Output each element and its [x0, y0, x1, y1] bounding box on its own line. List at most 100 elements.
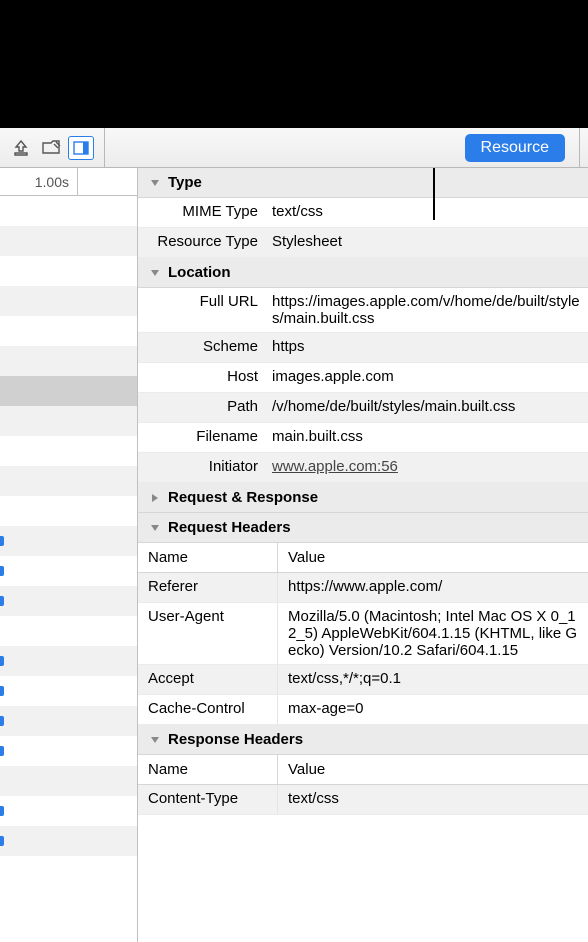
timeline-row[interactable]	[0, 466, 137, 496]
table-row: Accept text/css,*/*;q=0.1	[138, 665, 588, 695]
timeline-row[interactable]	[0, 406, 137, 436]
kv-row: Initiator www.apple.com:56	[138, 453, 588, 483]
disclosure-down-icon	[148, 266, 162, 280]
section-title: Type	[168, 174, 202, 191]
toolbar-divider	[104, 128, 105, 167]
timeline-row[interactable]	[0, 376, 137, 406]
kv-row: Resource Type Stylesheet	[138, 228, 588, 258]
timeline-bar	[0, 566, 4, 576]
header-value: https://www.apple.com/	[278, 573, 588, 602]
header-name: Content-Type	[138, 785, 278, 814]
timeline-row[interactable]	[0, 766, 137, 796]
initiator-link[interactable]: www.apple.com:56	[272, 458, 398, 475]
header-name: User-Agent	[138, 603, 278, 664]
timeline-row[interactable]	[0, 496, 137, 526]
disclosure-down-icon	[148, 521, 162, 535]
cursor-indicator	[433, 168, 435, 220]
kv-key-mime-type: MIME Type	[138, 203, 268, 220]
timeline-bar	[0, 686, 4, 696]
toolbar-divider-right	[579, 128, 580, 167]
kv-val-path: /v/home/de/built/styles/main.built.css	[268, 398, 588, 415]
timeline-bar	[0, 656, 4, 666]
header-value: Mozilla/5.0 (Macintosh; Intel Mac OS X 0…	[278, 603, 588, 664]
kv-val-filename: main.built.css	[268, 428, 588, 445]
section-title: Response Headers	[168, 731, 303, 748]
timeline-bar	[0, 806, 4, 816]
kv-row: Full URL https://images.apple.com/v/home…	[138, 288, 588, 333]
col-header-value[interactable]: Value	[278, 761, 588, 778]
timeline-row[interactable]	[0, 346, 137, 376]
timeline-row[interactable]	[0, 646, 137, 676]
timeline-row[interactable]	[0, 706, 137, 736]
table-row: Referer https://www.apple.com/	[138, 573, 588, 603]
section-request-headers[interactable]: Request Headers	[138, 513, 588, 543]
timeline-bar	[0, 836, 4, 846]
timeline-row[interactable]	[0, 226, 137, 256]
resource-tab[interactable]: Resource	[465, 134, 565, 162]
timeline-row[interactable]	[0, 196, 137, 226]
timeline-bar	[0, 596, 4, 606]
panel-toggle-icon[interactable]	[68, 136, 94, 160]
timeline-row[interactable]	[0, 736, 137, 766]
top-black-bar	[0, 0, 588, 128]
disclosure-right-icon	[148, 491, 162, 505]
section-location[interactable]: Location	[138, 258, 588, 288]
header-value: text/css,*/*;q=0.1	[278, 665, 588, 694]
col-header-value[interactable]: Value	[278, 549, 588, 566]
timeline-row[interactable]	[0, 286, 137, 316]
toolbar: Resource	[0, 128, 588, 168]
kv-val-mime-type: text/css	[268, 203, 588, 220]
timeline-header: 1.00s	[0, 168, 137, 196]
timeline-row[interactable]	[0, 856, 137, 886]
timeline-row[interactable]	[0, 526, 137, 556]
table-row: User-Agent Mozilla/5.0 (Macintosh; Intel…	[138, 603, 588, 665]
table-header: Name Value	[138, 543, 588, 573]
compose-icon[interactable]	[38, 136, 64, 160]
kv-val-host: images.apple.com	[268, 368, 588, 385]
section-title: Request & Response	[168, 489, 318, 506]
col-header-name[interactable]: Name	[138, 755, 278, 784]
export-icon[interactable]	[8, 136, 34, 160]
timeline-bar	[0, 716, 4, 726]
timeline-panel: 1.00s	[0, 168, 138, 942]
table-row: Cache-Control max-age=0	[138, 695, 588, 725]
section-request-response[interactable]: Request & Response	[138, 483, 588, 513]
section-type[interactable]: Type	[138, 168, 588, 198]
kv-key-full-url: Full URL	[138, 293, 268, 310]
section-response-headers[interactable]: Response Headers	[138, 725, 588, 755]
header-name: Accept	[138, 665, 278, 694]
kv-row: Path /v/home/de/built/styles/main.built.…	[138, 393, 588, 423]
kv-val-scheme: https	[268, 338, 588, 355]
kv-key-filename: Filename	[138, 428, 268, 445]
timeline-row[interactable]	[0, 826, 137, 856]
kv-row: Filename main.built.css	[138, 423, 588, 453]
kv-row: Host images.apple.com	[138, 363, 588, 393]
header-value: text/css	[278, 785, 588, 814]
kv-row: MIME Type text/css	[138, 198, 588, 228]
header-name: Referer	[138, 573, 278, 602]
timeline-row[interactable]	[0, 586, 137, 616]
timeline-row[interactable]	[0, 556, 137, 586]
timeline-row[interactable]	[0, 616, 137, 646]
kv-key-path: Path	[138, 398, 268, 415]
section-title: Request Headers	[168, 519, 291, 536]
table-header: Name Value	[138, 755, 588, 785]
time-label: 1.00s	[0, 168, 78, 195]
kv-key-host: Host	[138, 368, 268, 385]
timeline-row[interactable]	[0, 316, 137, 346]
disclosure-down-icon	[148, 176, 162, 190]
kv-val-resource-type: Stylesheet	[268, 233, 588, 250]
kv-key-resource-type: Resource Type	[138, 233, 268, 250]
col-header-name[interactable]: Name	[138, 543, 278, 572]
timeline-row[interactable]	[0, 796, 137, 826]
timeline-row[interactable]	[0, 676, 137, 706]
timeline-body[interactable]	[0, 196, 137, 942]
timeline-row[interactable]	[0, 256, 137, 286]
kv-val-full-url: https://images.apple.com/v/home/de/built…	[268, 293, 588, 327]
timeline-row[interactable]	[0, 436, 137, 466]
timeline-bar	[0, 746, 4, 756]
kv-val-initiator: www.apple.com:56	[268, 458, 588, 475]
disclosure-down-icon	[148, 733, 162, 747]
section-title: Location	[168, 264, 231, 281]
details-panel: Type MIME Type text/css Resource Type St…	[138, 168, 588, 942]
